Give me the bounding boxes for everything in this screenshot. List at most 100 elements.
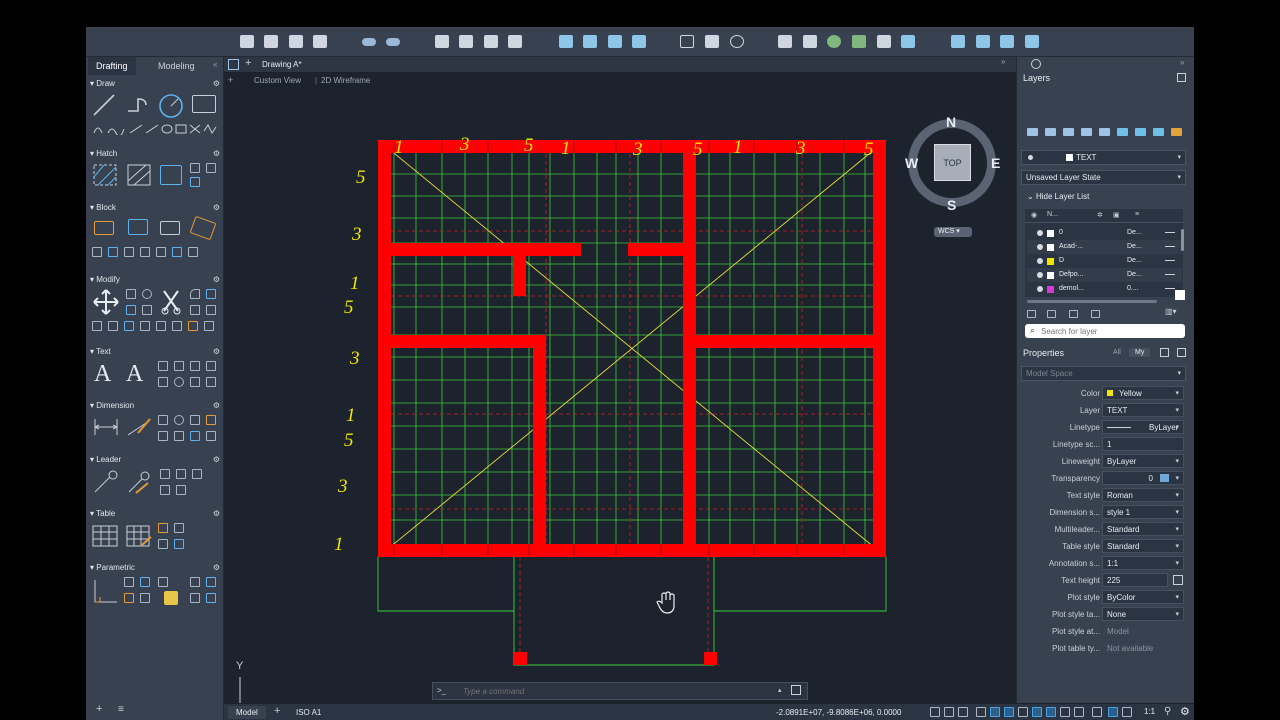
start-tab-icon[interactable] — [228, 59, 239, 70]
coordinates-readout[interactable]: -2.0891E+07, -9.8086E+06, 0.0000 — [776, 708, 901, 717]
table-tool-1-icon[interactable] — [158, 523, 168, 533]
align-leader-icon[interactable] — [192, 469, 202, 479]
property-value-select[interactable]: TEXT ▾ — [1102, 403, 1184, 417]
block-tool-3-icon[interactable] — [124, 247, 134, 257]
insert-block-icon[interactable] — [94, 221, 114, 235]
freeze-icon[interactable]: ✲ — [1097, 211, 1103, 219]
add-layout-plus[interactable]: + — [274, 705, 280, 717]
palette-menu-icon[interactable]: ≡ — [118, 704, 124, 715]
copy-clip-icon[interactable] — [803, 35, 817, 48]
visibility-icon[interactable]: ◉ — [1031, 211, 1037, 219]
tool-palette-icon[interactable] — [632, 35, 646, 48]
wipeout-icon[interactable] — [206, 163, 216, 173]
print-icon[interactable] — [459, 35, 473, 48]
dim-tool-3-icon[interactable] — [190, 415, 200, 425]
constraint-6-icon[interactable] — [206, 577, 216, 587]
filter-all-tab[interactable]: All — [1113, 349, 1121, 356]
layer-visibility-dot[interactable] — [1037, 230, 1043, 236]
object-snap-tracking-icon[interactable] — [1032, 707, 1042, 717]
gear-icon[interactable]: ⚙ — [213, 275, 220, 284]
gear-icon[interactable]: ⚙ — [213, 563, 220, 572]
layer-columns-icon[interactable]: ▥▾ — [1165, 307, 1177, 316]
spellcheck-icon[interactable] — [174, 361, 184, 371]
layer-list-hscrollbar[interactable] — [1027, 300, 1157, 303]
polar-icon[interactable] — [1004, 707, 1014, 717]
gear-icon[interactable]: ⚙ — [213, 455, 220, 464]
dim-tool-7-icon[interactable] — [190, 431, 200, 441]
workspace-icon[interactable] — [1025, 35, 1039, 48]
layer-color-swatch[interactable] — [1047, 258, 1054, 265]
property-row[interactable]: Linetype ByLayer ▾ — [1017, 420, 1195, 436]
table-tool-2-icon[interactable] — [174, 523, 184, 533]
table-tool-4-icon[interactable] — [174, 539, 184, 549]
properties-icon[interactable] — [583, 35, 597, 48]
snap-icon[interactable] — [944, 707, 954, 717]
workspace-switch-icon[interactable]: ⚲ — [1164, 706, 1171, 717]
quick-select-icon[interactable] — [1160, 348, 1169, 357]
layer-group-icon[interactable] — [1047, 310, 1056, 318]
new-tab-plus[interactable]: + — [245, 57, 251, 69]
property-row[interactable]: Plot style ta... None ▾ — [1017, 607, 1195, 623]
rectangle-icon[interactable] — [192, 95, 216, 113]
command-history-icon[interactable]: ▴ — [778, 686, 782, 694]
layer-tool-8-icon[interactable] — [1153, 128, 1164, 136]
layer-visibility-dot[interactable] — [1037, 286, 1043, 292]
open-icon[interactable] — [264, 35, 278, 48]
compass-west[interactable]: W — [905, 155, 918, 171]
block-tool-1-icon[interactable] — [92, 247, 102, 257]
properties-popout-icon[interactable] — [1177, 348, 1186, 357]
markup-icon[interactable] — [852, 35, 866, 48]
add-leader-icon[interactable] — [160, 469, 170, 479]
modify-tool-8-icon[interactable] — [204, 321, 214, 331]
erase-icon[interactable] — [206, 305, 216, 315]
filter-my-tab[interactable]: My — [1129, 348, 1151, 357]
share-icon[interactable] — [976, 35, 990, 48]
line-icon[interactable] — [92, 93, 116, 117]
text-style-icon[interactable]: A — [126, 361, 143, 388]
new-icon[interactable] — [240, 35, 254, 48]
gear-icon[interactable]: ⚙ — [213, 149, 220, 158]
calc-icon[interactable] — [877, 35, 891, 48]
modify-tool-2-icon[interactable] — [108, 321, 118, 331]
property-row[interactable]: Multileader... Standard ▾ — [1017, 522, 1195, 538]
transparency-toggle-icon[interactable] — [1074, 707, 1084, 717]
selection-space-select[interactable]: Model Space ▾ — [1021, 366, 1186, 381]
attribute-icon[interactable] — [189, 215, 217, 241]
offset-icon[interactable] — [190, 305, 200, 315]
add-palette-icon[interactable]: + — [96, 703, 102, 715]
rotate-icon[interactable] — [142, 289, 152, 299]
modify-tool-7-icon[interactable] — [188, 321, 198, 331]
multileader-icon[interactable] — [92, 469, 120, 495]
panel-collapse-icon[interactable]: » — [1180, 58, 1184, 67]
gear-icon[interactable]: ⚙ — [213, 347, 220, 356]
match-properties-icon[interactable] — [778, 35, 792, 48]
text-tool-7-icon[interactable] — [190, 377, 200, 387]
layer-tool-4-icon[interactable] — [1081, 128, 1092, 136]
model-tab[interactable]: Model — [228, 706, 266, 719]
property-value-select[interactable]: None ▾ — [1102, 607, 1184, 621]
command-prompt-icon[interactable]: >_ — [437, 686, 446, 695]
remove-leader-icon[interactable] — [176, 469, 186, 479]
text-tool-1-icon[interactable] — [158, 361, 168, 371]
ssm-icon[interactable] — [827, 35, 841, 48]
dynamic-input-icon[interactable] — [976, 707, 986, 717]
layer-settings-icon[interactable] — [1091, 310, 1100, 318]
dim-tool-1-icon[interactable] — [158, 415, 168, 425]
collect-leader-icon[interactable] — [160, 485, 170, 495]
current-layer-select[interactable]: TEXT ▾ — [1021, 150, 1186, 165]
design-center-icon[interactable] — [608, 35, 622, 48]
save-icon[interactable] — [289, 35, 303, 48]
new-layer-icon[interactable] — [1045, 128, 1056, 136]
layer-visibility-dot[interactable] — [1037, 272, 1043, 278]
annotation-scale-icon[interactable] — [1122, 707, 1132, 717]
save-as-icon[interactable] — [313, 35, 327, 48]
property-value-select[interactable]: ByLayer ▾ — [1102, 454, 1184, 468]
annotation-autoscale-icon[interactable] — [1108, 707, 1118, 717]
layer-tool-5-icon[interactable] — [1099, 128, 1110, 136]
leader-style-icon[interactable] — [176, 485, 186, 495]
hatch-icon[interactable] — [92, 163, 118, 187]
layer-visibility-dot[interactable] — [1037, 258, 1043, 264]
property-row[interactable]: Table style Standard ▾ — [1017, 539, 1195, 555]
osnap-icon[interactable] — [1046, 707, 1056, 717]
edit-block-icon[interactable] — [160, 221, 180, 235]
